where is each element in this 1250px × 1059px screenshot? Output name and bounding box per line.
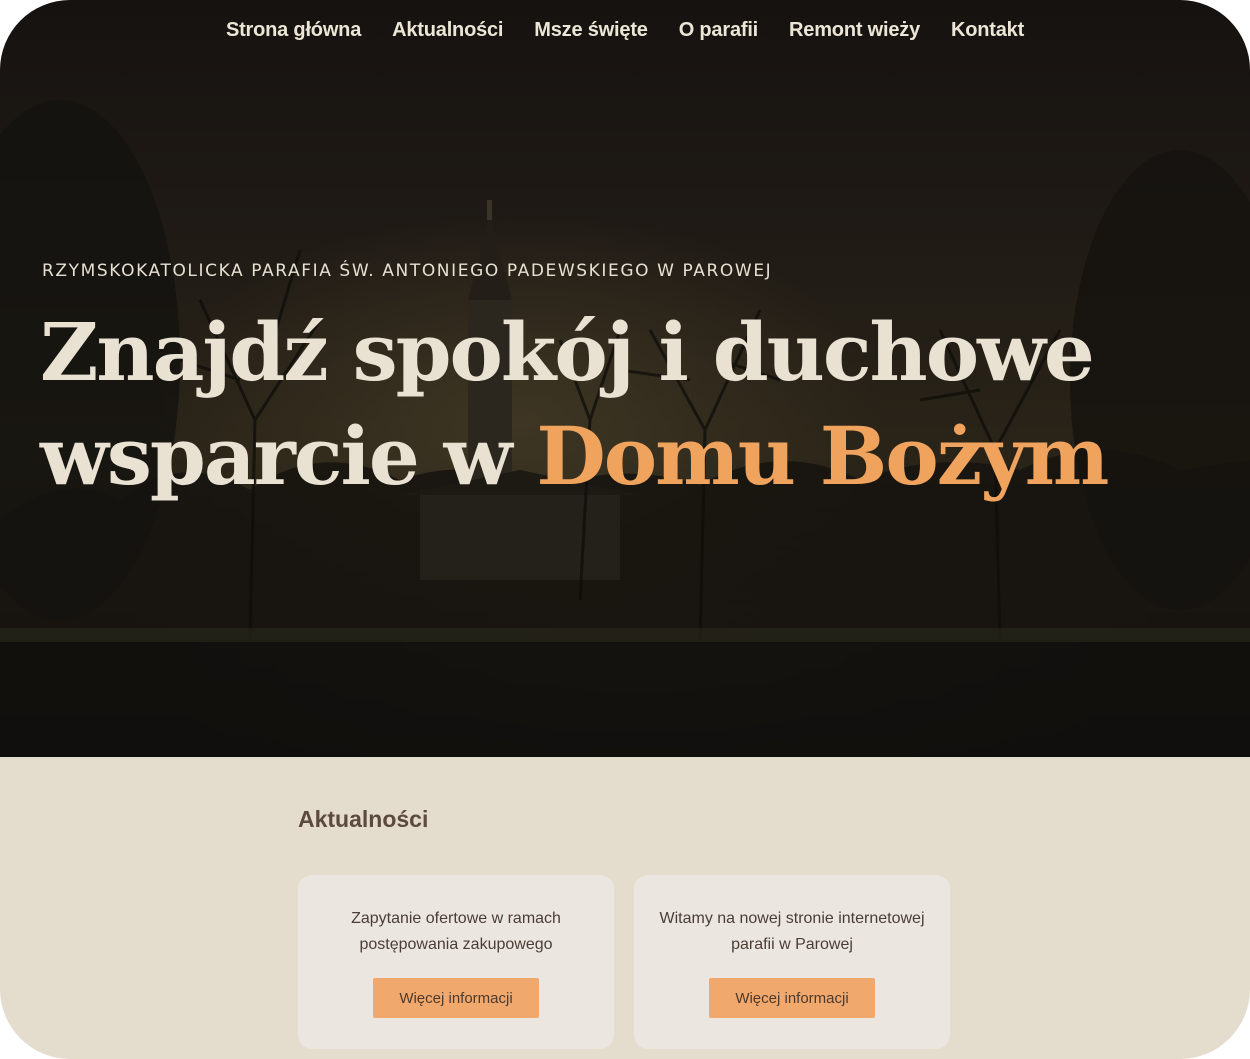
parish-name: RZYMSKOKATOLICKA PARAFIA ŚW. ANTONIEGO P… (42, 261, 773, 281)
news-card: Zapytanie ofertowe w ramach postępowania… (298, 875, 614, 1049)
news-card-text: Zapytanie ofertowe w ramach postępowania… (351, 910, 561, 953)
news-card: Witamy na nowej stronie internetowej par… (634, 875, 950, 1049)
nav-about-parish[interactable]: O parafii (679, 19, 759, 42)
nav-tower-renovation[interactable]: Remont wieży (789, 19, 920, 42)
hero-section: Strona główna Aktualności Msze święte O … (0, 0, 1250, 757)
main-navigation: Strona główna Aktualności Msze święte O … (0, 19, 1250, 42)
more-info-button[interactable]: Więcej informacji (709, 978, 875, 1018)
headline-accent: Domu Bożym (536, 409, 1109, 503)
nav-news[interactable]: Aktualności (392, 19, 503, 42)
nav-masses[interactable]: Msze święte (534, 19, 648, 42)
hero-headline: Znajdź spokój i duchowe wsparcie w Domu … (40, 300, 1190, 508)
more-info-button[interactable]: Więcej informacji (373, 978, 539, 1018)
nav-home[interactable]: Strona główna (226, 19, 361, 42)
page: Strona główna Aktualności Msze święte O … (0, 0, 1250, 1059)
news-section-title: Aktualności (298, 806, 429, 832)
nav-contact[interactable]: Kontakt (951, 19, 1024, 42)
news-card-text: Witamy na nowej stronie internetowej par… (659, 910, 925, 953)
